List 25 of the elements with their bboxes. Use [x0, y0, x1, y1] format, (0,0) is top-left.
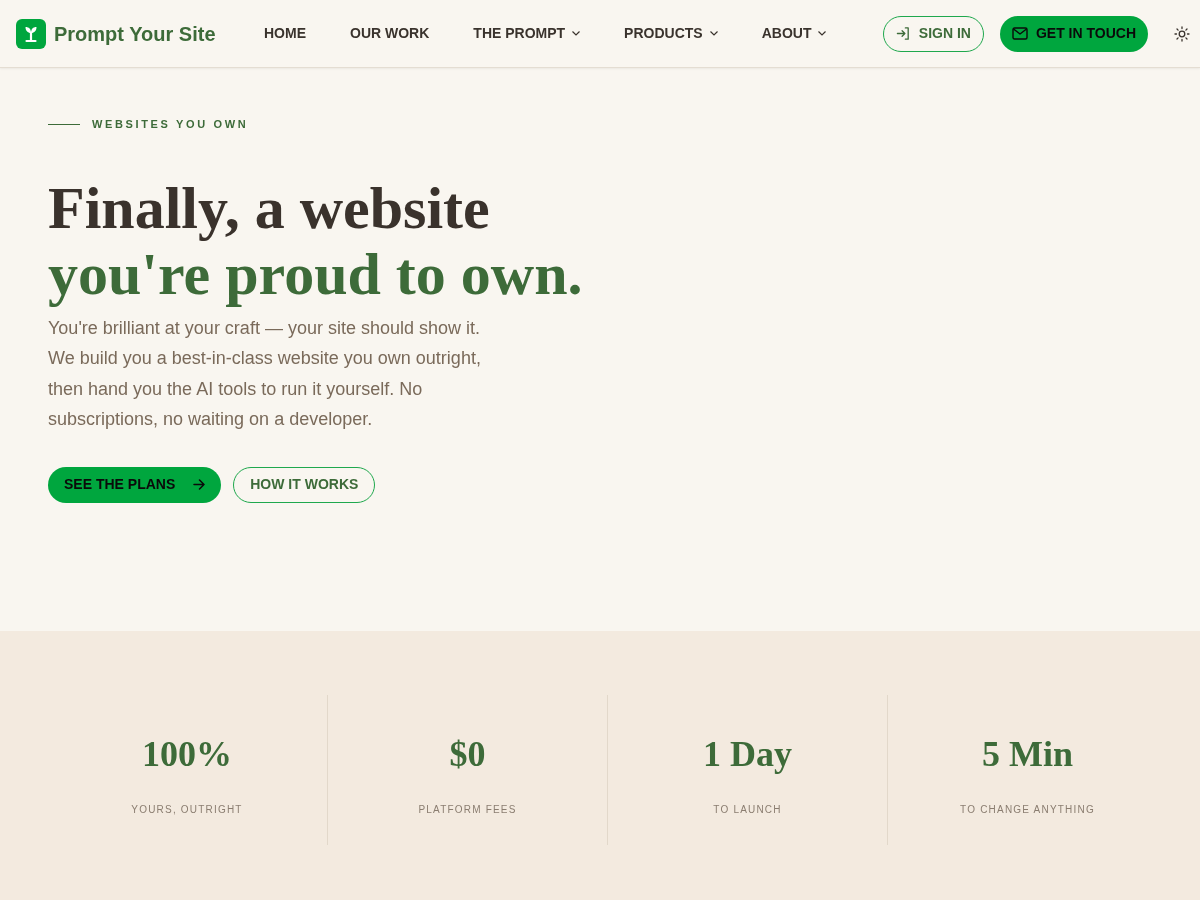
mail-icon: [1011, 27, 1028, 40]
sprout-logo-icon[interactable]: [16, 18, 46, 49]
nav-link[interactable]: OUR WORK: [350, 23, 430, 44]
site-name-link[interactable]: Prompt Your Site: [54, 18, 216, 49]
stat-value: $0: [449, 733, 486, 776]
stat-label: TO LAUNCH: [713, 803, 782, 817]
nav-link[interactable]: HOME: [264, 23, 306, 44]
eyebrow-text: WEBSITES YOU OWN: [92, 117, 249, 132]
nav-link[interactable]: ABOUT: [761, 23, 827, 44]
contact-button[interactable]: GET IN TOUCH: [999, 15, 1148, 52]
stat-label: YOURS, OUTRIGHT: [131, 803, 243, 817]
see-plans-button[interactable]: SEE THE PLANS: [48, 466, 222, 503]
arrow-right-icon: [193, 479, 206, 490]
hero-description: You're brilliant at your craft — your site should show it. We build you a best-in-class website you own outright, then hand you the AI tools to run it yourself. No subscriptions, no waiting on a developer.: [48, 316, 482, 431]
stat-value: 5 Min: [982, 733, 1073, 776]
nav-link[interactable]: PRODUCTS: [624, 23, 718, 44]
hero-title-line: Finally, a website: [48, 174, 490, 241]
sun-icon[interactable]: [1174, 25, 1190, 42]
stat-label: PLATFORM FEES: [418, 803, 517, 817]
hero-title-line: you're proud to own.: [48, 240, 583, 307]
nav-link[interactable]: THE PROMPT: [473, 23, 581, 44]
stat-value: 1 Day: [703, 733, 792, 776]
stat-label: TO CHANGE ANYTHING: [960, 803, 1095, 817]
sign-in-icon: [895, 26, 911, 41]
stat-value: 100%: [142, 733, 232, 776]
